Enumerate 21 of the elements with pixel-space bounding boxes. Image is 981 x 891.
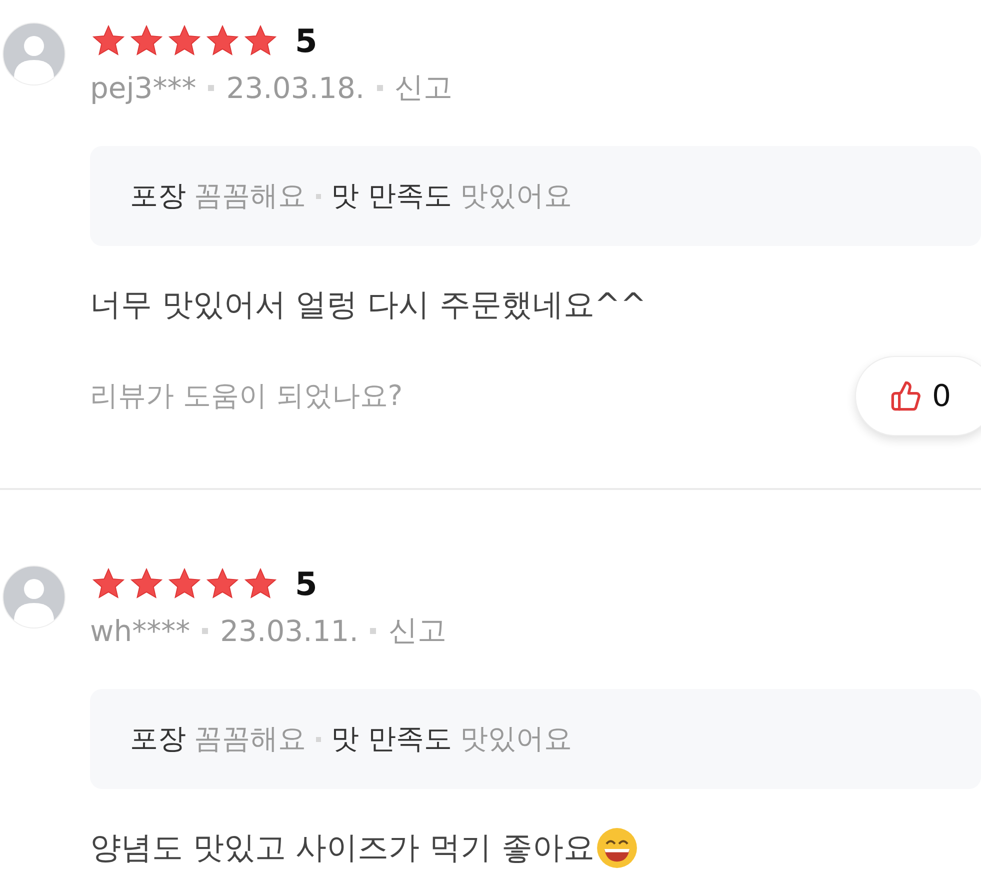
user-id: pej3*** [90,71,196,105]
tag-value: 맛있어요 [460,721,572,757]
tag-label: 맛 만족도 [331,721,452,757]
rating-score: 5 [295,22,318,60]
review-date: 23.03.18. [226,71,365,105]
tag-label: 맛 만족도 [331,178,452,214]
tag-label: 포장 [130,721,186,757]
tag-value: 꼼꼼해요 [194,178,306,214]
report-link[interactable]: 신고 [394,68,453,108]
like-button[interactable]: 0 [855,356,981,436]
tag-value: 꼼꼼해요 [194,721,306,757]
rating-score: 5 [295,565,318,603]
helpful-prompt: 리뷰가 도움이 되었나요? [90,378,403,414]
tag-label: 포장 [130,178,186,214]
review-date: 23.03.11. [220,614,358,648]
tag-value: 맛있어요 [460,178,572,214]
user-id: wh**** [90,614,190,648]
thumbs-up-icon [890,380,922,412]
review-text: 너무 맛있어서 얼렁 다시 주문했네요^^ [90,286,646,325]
review-text: 양념도 맛있고 사이즈가 먹기 좋아요 [90,829,594,868]
report-link[interactable]: 신고 [388,611,446,651]
